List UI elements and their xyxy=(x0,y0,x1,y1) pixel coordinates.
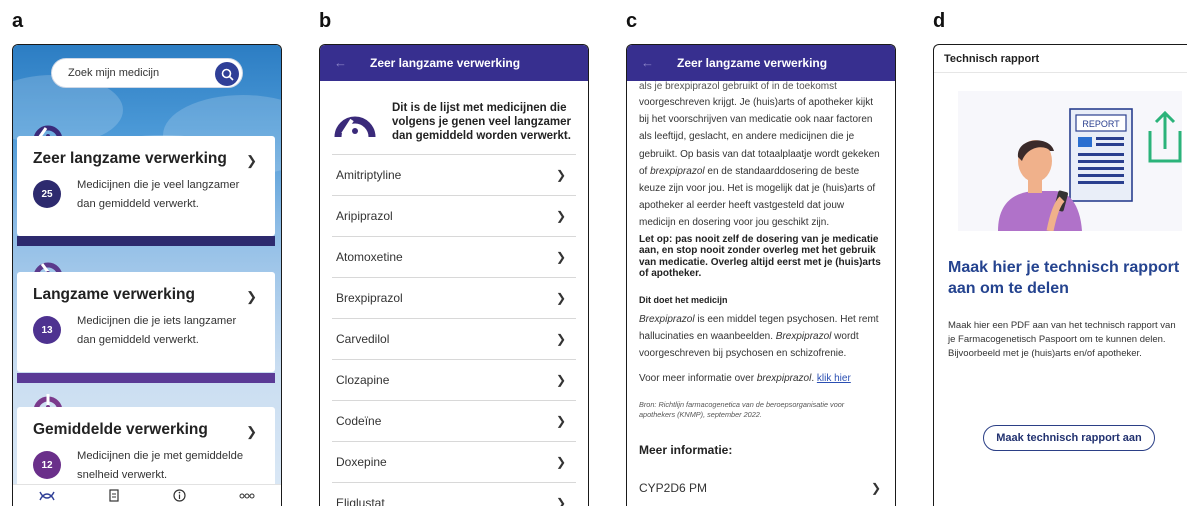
list-intro: Dit is de lijst met medicijnen die volge… xyxy=(320,89,588,157)
app-header: ← Zeer langzame verwerking xyxy=(627,45,895,81)
card-title: Langzame verwerking xyxy=(33,286,195,303)
chevron-right-icon: ❯ xyxy=(555,291,566,305)
chevron-right-icon: ❯ xyxy=(555,250,566,264)
chevron-right-icon: ❯ xyxy=(555,455,566,469)
more-icon[interactable] xyxy=(239,493,255,499)
phone-screen-technical-report: Technisch rapport REPORT Maak hier je te… xyxy=(933,44,1187,506)
chevron-right-icon: ❯ xyxy=(870,481,881,495)
search-button[interactable] xyxy=(215,62,239,86)
count-badge: 12 xyxy=(33,451,61,479)
info-icon[interactable] xyxy=(173,489,186,502)
card-description: Medicijnen die je iets langzamer dan gem… xyxy=(77,315,237,346)
chevron-right-icon: ❯ xyxy=(246,153,257,168)
body-paragraph-cutoff: als je brexpiprazol gebruikt of in de to… xyxy=(639,81,837,92)
section-title: Dit doet het medicijn xyxy=(639,294,728,305)
create-report-button[interactable]: Maak technisch rapport aan xyxy=(983,425,1155,451)
more-info-line: Voor meer informatie over brexpiprazol. … xyxy=(639,373,851,385)
back-arrow-icon[interactable]: ← xyxy=(334,55,347,70)
panel-letter-d: d xyxy=(933,10,946,32)
speedometer-very-slow-icon xyxy=(334,116,376,138)
list-item[interactable]: Codeïne ❯ xyxy=(332,400,576,441)
more-info-title: Meer informatie: xyxy=(639,442,733,457)
section-text: Brexpiprazol is een middel tegen psychos… xyxy=(639,313,879,360)
gene-result-row[interactable]: CYP2D6 PM ❯ xyxy=(639,481,881,495)
list-item[interactable]: Doxepine ❯ xyxy=(332,441,576,482)
list-item[interactable]: Aripiprazol ❯ xyxy=(332,195,576,236)
chevron-right-icon: ❯ xyxy=(555,373,566,387)
intro-text: Dit is de lijst met medicijnen die volge… xyxy=(392,102,571,142)
chevron-right-icon: ❯ xyxy=(555,168,566,182)
chevron-right-icon: ❯ xyxy=(246,289,257,304)
panel-letter-c: c xyxy=(626,10,638,32)
card-description: Medicijnen die je met gemiddelde snelhei… xyxy=(77,450,244,481)
detail-content: als je brexpiprazol gebruikt of in de to… xyxy=(639,81,881,459)
category-card-slow[interactable]: Langzame verwerking ❯ 13 Medicijnen die … xyxy=(17,272,275,372)
list-item[interactable]: Clozapine ❯ xyxy=(332,359,576,400)
bottom-nav xyxy=(13,484,281,506)
chevron-right-icon: ❯ xyxy=(555,496,566,506)
category-band xyxy=(17,236,275,246)
source-citation: Bron: Richtlijn farmacogenetica van de b… xyxy=(639,399,845,419)
panel-letter-b: b xyxy=(319,10,332,32)
list-item[interactable]: Eliglustat ❯ xyxy=(332,482,576,506)
body-paragraph: voorgeschreven krijgt. Je (huis)arts of … xyxy=(639,97,880,229)
list-item[interactable]: Carvedilol ❯ xyxy=(332,318,576,359)
category-card-very-slow[interactable]: Zeer langzame verwerking ❯ 25 Medicijnen… xyxy=(17,136,275,236)
header-title: Zeer langzame verwerking xyxy=(370,56,521,70)
search-icon xyxy=(221,68,234,81)
chevron-right-icon: ❯ xyxy=(555,332,566,346)
search-placeholder: Zoek mijn medicijn xyxy=(68,67,160,79)
count-badge: 25 xyxy=(33,180,61,208)
app-header: ← Zeer langzame verwerking xyxy=(320,45,588,81)
panel-letter-a: a xyxy=(12,10,24,32)
dna-icon[interactable] xyxy=(39,490,56,502)
description-text: Maak hier een PDF aan van het technisch … xyxy=(948,320,1176,359)
app-header: Technisch rapport xyxy=(934,45,1187,73)
phone-screen-medicine-list: ← Zeer langzame verwerking Dit is de lij… xyxy=(319,44,589,506)
card-title: Zeer langzame verwerking xyxy=(33,150,227,167)
page-title: Maak hier je technisch rapport aan om te… xyxy=(948,259,1180,297)
medicine-list: Amitriptyline ❯ Aripiprazol ❯ Atomoxetine ❯… xyxy=(332,154,576,506)
phone-screen-home: Zoek mijn medicijn Zeer langzame verwerk… xyxy=(12,44,282,506)
count-badge: 13 xyxy=(33,316,61,344)
chevron-right-icon: ❯ xyxy=(555,414,566,428)
list-item[interactable]: Atomoxetine ❯ xyxy=(332,236,576,277)
card-description: Medicijnen die je veel langzamer dan gem… xyxy=(77,179,240,210)
header-title: Zeer langzame verwerking xyxy=(677,56,828,70)
category-band xyxy=(17,373,275,383)
more-info-link[interactable]: klik hier xyxy=(817,373,851,384)
report-illustration: REPORT xyxy=(958,91,1182,231)
document-icon[interactable] xyxy=(108,489,120,502)
chevron-right-icon: ❯ xyxy=(246,424,257,439)
phone-screen-medicine-detail: ← Zeer langzame verwerking als je brexpi… xyxy=(626,44,896,506)
svg-text:REPORT: REPORT xyxy=(1082,119,1120,129)
warning-text: Let op: pas nooit zelf de dosering van j… xyxy=(639,233,881,280)
list-item[interactable]: Amitriptyline ❯ xyxy=(332,154,576,195)
list-item[interactable]: Brexpiprazol ❯ xyxy=(332,277,576,318)
chevron-right-icon: ❯ xyxy=(555,209,566,223)
card-title: Gemiddelde verwerking xyxy=(33,421,208,438)
back-arrow-icon[interactable]: ← xyxy=(641,55,654,70)
search-input[interactable]: Zoek mijn medicijn xyxy=(51,58,243,88)
